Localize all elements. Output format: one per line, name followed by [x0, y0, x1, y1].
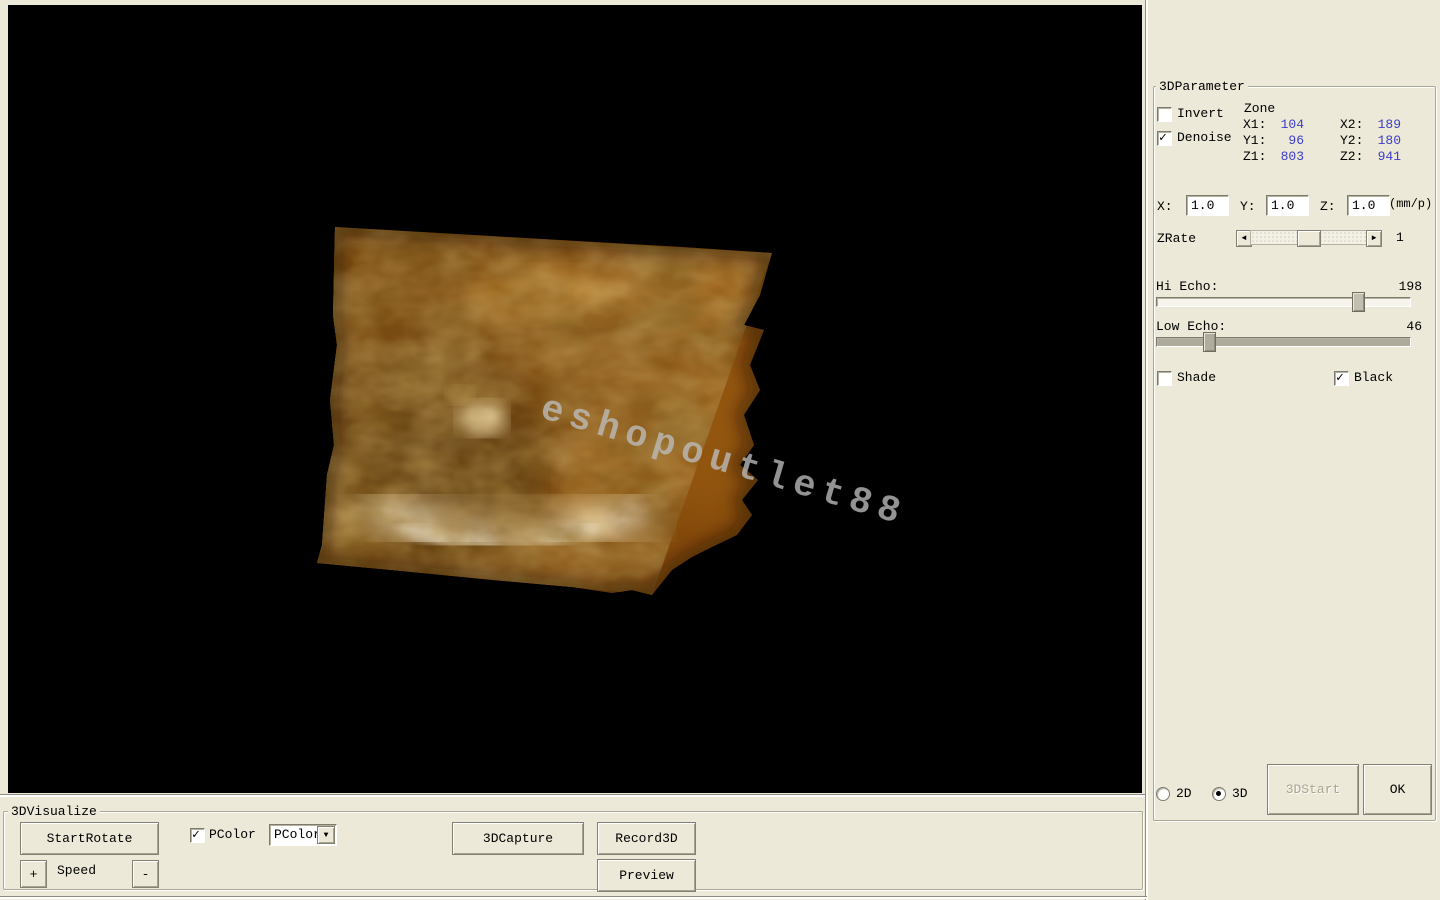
zrate-scrollbar[interactable]: ◄ ►	[1236, 230, 1382, 245]
zone-x1-value: 104	[1270, 117, 1304, 132]
hi-echo-thumb[interactable]	[1352, 292, 1365, 312]
pcolor-dropdown-value: PColor	[274, 827, 321, 842]
ultrasound-render: eshopoutlet88	[8, 5, 1142, 793]
hi-echo-label: Hi Echo:	[1156, 279, 1218, 294]
divider-vertical	[1145, 0, 1148, 900]
zone-y1-value: 96	[1270, 133, 1304, 148]
zone-y2-value: 180	[1367, 133, 1401, 148]
shade-label: Shade	[1177, 370, 1216, 385]
pcolor-dropdown[interactable]: PColor ▼	[269, 824, 337, 846]
visualize-group-title: 3DVisualize	[8, 804, 100, 819]
bottom-edge	[0, 896, 1147, 899]
start-rotate-button[interactable]: StartRotate	[20, 822, 159, 855]
denoise-checkbox[interactable]	[1157, 131, 1172, 146]
record3d-button[interactable]: Record3D	[597, 822, 696, 855]
low-echo-thumb[interactable]	[1203, 332, 1216, 352]
mode-2d-radio[interactable]	[1156, 787, 1170, 801]
hi-echo-value: 198	[1380, 279, 1422, 294]
application-window: eshopoutlet88 3DParameter Invert Denoise…	[0, 0, 1440, 900]
speed-minus-button[interactable]: -	[132, 860, 159, 888]
denoise-label: Denoise	[1177, 130, 1232, 145]
zrate-thumb[interactable]	[1297, 230, 1321, 247]
mode-2d-label: 2D	[1176, 786, 1192, 801]
speed-plus-button[interactable]: +	[20, 860, 47, 888]
zone-x1-label: X1:	[1243, 117, 1266, 132]
scale-z-input[interactable]: 1.0	[1347, 195, 1390, 216]
speed-label: Speed	[57, 863, 96, 878]
black-label: Black	[1354, 370, 1393, 385]
zone-label: Zone	[1244, 101, 1275, 116]
pcolor-checkbox-label: PColor	[209, 827, 256, 842]
mode-3d-label: 3D	[1232, 786, 1248, 801]
low-echo-label: Low Echo:	[1156, 319, 1226, 334]
mode-3d-radio[interactable]	[1212, 787, 1226, 801]
invert-checkbox[interactable]	[1157, 107, 1172, 122]
preview-button[interactable]: Preview	[597, 859, 696, 892]
scale-x-label: X:	[1157, 199, 1173, 214]
invert-label: Invert	[1177, 106, 1224, 121]
zrate-right-arrow-icon[interactable]: ►	[1366, 230, 1382, 247]
scale-y-label: Y:	[1240, 199, 1256, 214]
scale-z-label: Z:	[1320, 199, 1336, 214]
render-viewport[interactable]: eshopoutlet88	[8, 5, 1142, 793]
shade-checkbox[interactable]	[1157, 371, 1172, 386]
zone-z1-value: 803	[1270, 149, 1304, 164]
scale-unit-label: (mm/p)	[1389, 197, 1432, 212]
zone-y2-label: Y2:	[1340, 133, 1363, 148]
zone-z2-label: Z2:	[1340, 149, 1363, 164]
zone-z1-label: Z1:	[1243, 149, 1266, 164]
parameter-group-title: 3DParameter	[1156, 79, 1248, 94]
zrate-value: 1	[1396, 230, 1404, 245]
3dcapture-button[interactable]: 3DCapture	[452, 822, 584, 855]
divider-horizontal	[0, 794, 1147, 797]
ok-button[interactable]: OK	[1363, 764, 1432, 815]
pcolor-checkbox[interactable]	[190, 828, 205, 843]
low-echo-value: 46	[1380, 319, 1422, 334]
hi-echo-slider[interactable]	[1156, 297, 1411, 307]
zone-x2-label: X2:	[1340, 117, 1363, 132]
3dstart-button[interactable]: 3DStart	[1267, 764, 1359, 815]
pcolor-dropdown-arrow-icon[interactable]: ▼	[317, 826, 335, 844]
zone-z2-value: 941	[1367, 149, 1401, 164]
zone-x2-value: 189	[1367, 117, 1401, 132]
low-echo-slider[interactable]	[1156, 337, 1411, 347]
black-checkbox[interactable]	[1334, 371, 1349, 386]
scale-y-input[interactable]: 1.0	[1266, 195, 1309, 216]
zone-y1-label: Y1:	[1243, 133, 1266, 148]
scale-x-input[interactable]: 1.0	[1186, 195, 1229, 216]
zrate-label: ZRate	[1157, 231, 1196, 246]
